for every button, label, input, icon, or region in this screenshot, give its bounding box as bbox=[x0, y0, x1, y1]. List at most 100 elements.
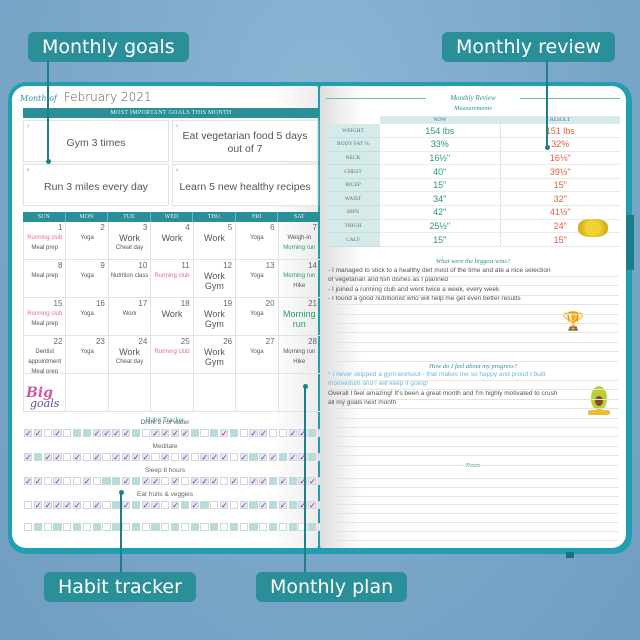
habit-checkbox-checked[interactable] bbox=[72, 501, 82, 510]
habit-checkbox-checked[interactable] bbox=[219, 453, 229, 462]
habit-checkbox-empty[interactable] bbox=[219, 523, 229, 532]
habit-checkbox-empty[interactable] bbox=[43, 523, 52, 532]
notes-line[interactable] bbox=[328, 530, 618, 532]
habit-checkbox-checked[interactable] bbox=[259, 429, 268, 438]
habit-checkbox-filled[interactable] bbox=[268, 523, 278, 532]
habit-checkbox-filled[interactable] bbox=[82, 429, 92, 438]
habit-checkbox-checked[interactable] bbox=[200, 453, 209, 462]
measurement-now[interactable]: 42" bbox=[380, 205, 501, 220]
habit-checkbox-empty[interactable] bbox=[63, 429, 72, 438]
calendar-day[interactable]: 2 Yoga bbox=[66, 222, 109, 260]
habit-checkbox-empty[interactable] bbox=[24, 523, 33, 532]
habit-checkbox-checked[interactable] bbox=[151, 477, 160, 486]
habit-checkbox-filled[interactable] bbox=[33, 453, 43, 462]
habit-checkbox-empty[interactable] bbox=[63, 523, 72, 532]
habit-checkbox-filled[interactable] bbox=[229, 429, 239, 438]
calendar-day[interactable]: 16 Yoga bbox=[66, 298, 109, 336]
habit-checkbox-checked[interactable] bbox=[43, 453, 52, 462]
habit-checkbox-checked[interactable] bbox=[24, 429, 33, 438]
calendar-day[interactable]: 26 Work Gym bbox=[193, 336, 237, 374]
habit-checkbox-checked[interactable] bbox=[24, 453, 33, 462]
habit-checkbox-checked[interactable] bbox=[249, 429, 258, 438]
habit-checkbox-filled[interactable] bbox=[268, 477, 278, 486]
habit-checkbox-empty[interactable] bbox=[43, 429, 52, 438]
habit-checkbox-checked[interactable] bbox=[190, 501, 199, 510]
calendar-day[interactable]: 19 Work Gym bbox=[193, 298, 237, 336]
habit-checkbox-checked[interactable] bbox=[288, 429, 297, 438]
habit-checkbox-filled[interactable] bbox=[180, 501, 190, 510]
measurement-now[interactable]: 154 lbs bbox=[380, 124, 501, 139]
measurement-now[interactable]: 40" bbox=[380, 164, 501, 179]
measurement-result[interactable]: 16⅛" bbox=[500, 151, 620, 166]
habit-checkbox-empty[interactable] bbox=[268, 429, 278, 438]
habit-checkbox-checked[interactable] bbox=[200, 477, 209, 486]
habit-checkbox-checked[interactable] bbox=[180, 453, 190, 462]
habit-checkbox-checked[interactable] bbox=[43, 501, 52, 510]
notes-line[interactable] bbox=[328, 522, 618, 523]
goal-box-4[interactable]: 4 Learn 5 new healthy recipes bbox=[172, 164, 318, 206]
calendar-day[interactable]: 17 Work bbox=[108, 298, 152, 336]
habit-checkbox-empty[interactable] bbox=[102, 523, 111, 532]
habit-checkbox-empty[interactable] bbox=[141, 429, 150, 438]
calendar-day[interactable] bbox=[278, 374, 321, 412]
habit-checkbox-filled[interactable] bbox=[92, 523, 101, 532]
habit-checkbox-checked[interactable] bbox=[72, 453, 82, 462]
measurement-now[interactable]: 33% bbox=[380, 137, 501, 152]
habit-checkbox-checked[interactable] bbox=[239, 501, 248, 510]
habit-checkbox-filled[interactable] bbox=[131, 501, 141, 510]
calendar-day[interactable]: 7 Weigh-in Morning run bbox=[278, 222, 321, 260]
habit-checkbox-checked[interactable] bbox=[190, 477, 199, 486]
calendar-day[interactable]: 6 Yoga bbox=[236, 222, 279, 260]
measurement-result[interactable]: 15" bbox=[500, 178, 620, 193]
habit-checkbox-filled[interactable] bbox=[131, 477, 141, 486]
habit-checkbox-empty[interactable] bbox=[92, 477, 101, 486]
habit-checkbox-checked[interactable] bbox=[161, 429, 170, 438]
habit-checkbox-filled[interactable] bbox=[268, 501, 278, 510]
habit-checkbox-checked[interactable] bbox=[53, 453, 62, 462]
habit-checkbox-empty[interactable] bbox=[161, 477, 170, 486]
habit-checkbox-checked[interactable] bbox=[239, 453, 248, 462]
habit-checkbox-empty[interactable] bbox=[82, 523, 92, 532]
habit-checkbox-checked[interactable] bbox=[308, 501, 317, 510]
habit-checkbox-empty[interactable] bbox=[239, 477, 248, 486]
calendar-day[interactable]: 3 Work Cheat day bbox=[108, 222, 152, 260]
habit-checkbox-filled[interactable] bbox=[278, 453, 288, 462]
habit-checkbox-checked[interactable] bbox=[112, 453, 121, 462]
habit-checkbox-filled[interactable] bbox=[131, 523, 141, 532]
month-value[interactable]: February 2021 bbox=[64, 90, 152, 104]
habit-checkbox-filled[interactable] bbox=[190, 429, 199, 438]
habit-checkbox-checked[interactable] bbox=[141, 453, 150, 462]
habit-checkbox-filled[interactable] bbox=[72, 429, 82, 438]
notes-line[interactable] bbox=[328, 513, 618, 515]
calendar-day[interactable]: 5 Work bbox=[193, 222, 237, 260]
notes-line[interactable] bbox=[328, 486, 618, 488]
habit-checkbox-filled[interactable] bbox=[190, 523, 199, 532]
habit-checkbox-empty[interactable] bbox=[102, 501, 111, 510]
habit-checkbox-empty[interactable] bbox=[278, 429, 288, 438]
measurement-result[interactable]: 151 lbs bbox=[500, 124, 620, 139]
measurement-now[interactable]: 34" bbox=[380, 191, 501, 207]
habit-checkbox-checked[interactable] bbox=[219, 429, 229, 438]
habit-checkbox-checked[interactable] bbox=[219, 501, 229, 510]
habit-checkbox-filled[interactable] bbox=[210, 429, 219, 438]
habit-checkbox-empty[interactable] bbox=[161, 523, 170, 532]
habit-checkbox-empty[interactable] bbox=[239, 523, 248, 532]
habit-checkbox-empty[interactable] bbox=[82, 501, 92, 510]
habit-checkbox-checked[interactable] bbox=[278, 501, 288, 510]
habit-checkbox-checked[interactable] bbox=[151, 429, 160, 438]
habit-checkbox-empty[interactable] bbox=[200, 523, 209, 532]
habit-checkbox-checked[interactable] bbox=[33, 501, 43, 510]
calendar-day[interactable]: 9 Yoga bbox=[66, 260, 109, 298]
calendar-day[interactable]: 23 Yoga bbox=[66, 336, 109, 374]
habit-checkbox-filled[interactable] bbox=[288, 501, 297, 510]
habit-checkbox-checked[interactable] bbox=[33, 429, 43, 438]
habit-checkbox-checked[interactable] bbox=[170, 429, 180, 438]
habit-checkbox-filled[interactable] bbox=[131, 429, 141, 438]
habit-checkbox-checked[interactable] bbox=[33, 477, 43, 486]
calendar-day[interactable]: 20 Yoga bbox=[236, 298, 279, 336]
habit-checkbox-checked[interactable] bbox=[112, 429, 121, 438]
goal-box-2[interactable]: 2 Eat vegetarian food 5 days out of 7 bbox=[172, 120, 318, 162]
habit-checkbox-checked[interactable] bbox=[180, 429, 190, 438]
habit-checkbox-empty[interactable] bbox=[43, 477, 52, 486]
calendar-day[interactable]: 11 Running club bbox=[151, 260, 194, 298]
